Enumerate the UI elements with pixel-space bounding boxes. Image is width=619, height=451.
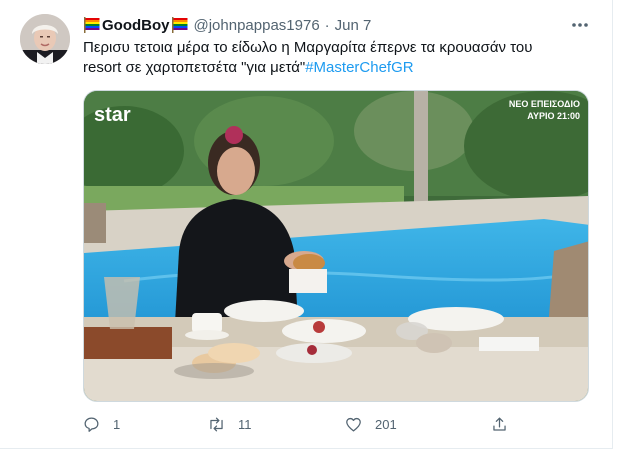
overlay-time-label: ΑΥΡΙΟ 21:00 — [527, 111, 580, 121]
like-button[interactable]: 201 — [344, 412, 397, 436]
rainbow-flag-icon — [83, 17, 101, 33]
tweet-actions: 1 11 201 — [80, 412, 510, 436]
like-count: 201 — [375, 416, 397, 432]
separator-dot: · — [324, 16, 330, 34]
rainbow-flag-icon — [171, 17, 189, 33]
retweet-button[interactable]: 11 — [207, 412, 252, 436]
share-icon — [493, 417, 506, 431]
reply-button[interactable]: 1 — [82, 412, 120, 436]
user-handle[interactable]: @johnpappas1976 — [194, 17, 320, 34]
tweet-media-image[interactable]: star ΝΕΟ ΕΠΕΙΣΟΔΙΟ ΑΥΡΙΟ 21:00 — [83, 90, 589, 402]
channel-logo: star — [94, 104, 131, 126]
share-button[interactable] — [490, 412, 509, 436]
heart-icon — [346, 417, 361, 431]
reply-count: 1 — [113, 416, 121, 432]
retweet-count: 11 — [238, 416, 252, 432]
more-horizontal-icon[interactable] — [569, 15, 591, 35]
display-name[interactable]: GoodBoy — [102, 17, 170, 34]
avatar[interactable] — [20, 14, 70, 64]
reply-icon — [84, 417, 99, 432]
tweet-text: Περισυ τετοια μέρα το είδωλο η Μαργαρίτα… — [83, 38, 563, 78]
hashtag-link[interactable]: #MasterChefGR — [305, 59, 413, 76]
tweet-header: GoodBoy @johnpappas1976 · Jun 7 — [83, 14, 591, 36]
retweet-icon — [210, 417, 223, 431]
tweet-date[interactable]: Jun 7 — [335, 17, 372, 34]
overlay-episode-label: ΝΕΟ ΕΠΕΙΣΟΔΙΟ — [509, 99, 580, 109]
